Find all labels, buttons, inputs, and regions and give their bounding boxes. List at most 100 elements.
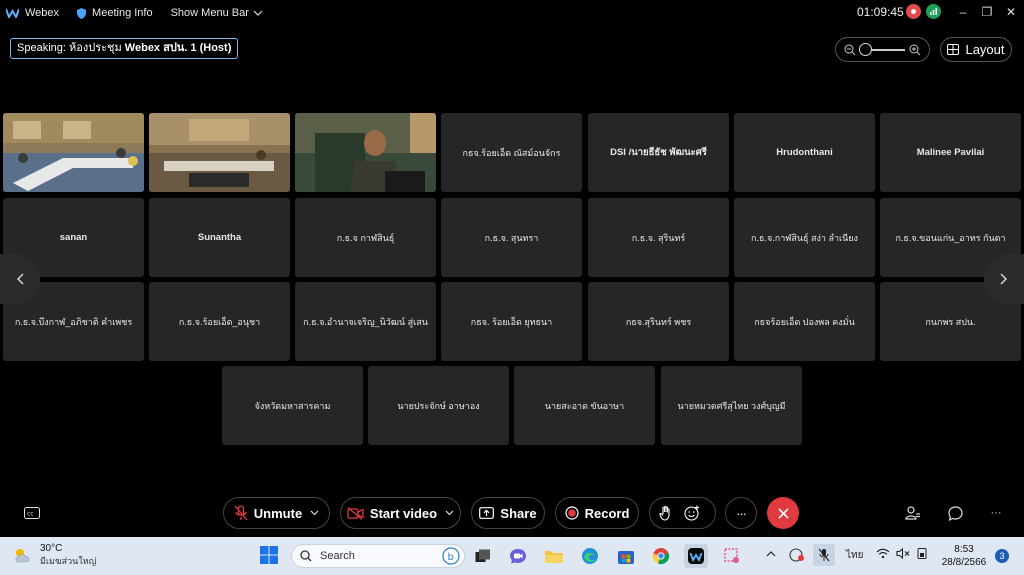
zoom-track[interactable] <box>858 42 905 56</box>
close-icon <box>777 507 789 519</box>
zoom-out-icon[interactable] <box>844 44 856 56</box>
participant-tile[interactable]: DSI /นายธีธัช พัฒนะศรี <box>588 113 729 192</box>
webex-brand: Webex <box>6 7 59 19</box>
participant-tile[interactable]: ก.ธ.จ กาฬสินธุ์ <box>295 198 436 277</box>
participant-name: Sunantha <box>197 232 242 243</box>
taskbar-app-edge[interactable] <box>578 544 602 568</box>
chevron-down-icon[interactable] <box>310 510 319 516</box>
participant-tile[interactable]: กธจ.สุรินทร์ พชร <box>588 282 729 361</box>
start-video-button[interactable]: Start video <box>340 497 461 529</box>
tray-volume-icon[interactable] <box>896 547 910 562</box>
participant-name: กธจ.ร้อยเอ็ด ณัสม์อนจักร <box>462 147 561 158</box>
participant-tile[interactable]: ก.ธ.จ.ร้อยเอ็ด_อนุชา <box>149 282 290 361</box>
video-chat-icon <box>510 549 526 564</box>
participant-tile[interactable]: Hrudonthani <box>734 113 875 192</box>
weather-description: มีเมฆส่วนใหญ่ <box>40 556 97 566</box>
chevron-down-icon[interactable] <box>445 510 454 516</box>
zoom-knob[interactable] <box>858 42 872 56</box>
restore-button[interactable]: ❐ <box>976 3 998 21</box>
participants-button[interactable] <box>903 503 923 523</box>
system-clock[interactable]: 8:53 28/8/2566 <box>938 543 990 569</box>
meeting-info-button[interactable]: Meeting Info <box>77 7 153 19</box>
taskbar-app-snipping[interactable] <box>720 544 744 568</box>
meeting-timer: 01:09:45 <box>857 5 904 19</box>
participant-name: นายประจักษ์ อาษาอง <box>397 400 480 411</box>
participant-tile[interactable]: กธจ.ร้อยเอ็ด ณัสม์อนจักร <box>441 113 582 192</box>
participant-tile[interactable]: ก.ธ.จ. สุนทรา <box>441 198 582 277</box>
taskbar-app-store[interactable] <box>614 544 638 568</box>
video-tile[interactable] <box>149 113 290 192</box>
unmute-button[interactable]: Unmute <box>223 497 330 529</box>
notification-badge[interactable]: 3 <box>995 549 1009 563</box>
participant-name: ก.ธ.จ. สุรินทร์ <box>631 232 686 243</box>
input-language[interactable]: ไทย <box>846 548 863 563</box>
participant-tile[interactable]: Sunantha <box>149 198 290 277</box>
participant-tile[interactable]: ก.ธ.จ.กาฬสินธุ์ สง่า ลำเนียง <box>734 198 875 277</box>
close-window-button[interactable]: ✕ <box>1000 3 1022 21</box>
svg-text:cc: cc <box>27 511 34 518</box>
participant-name: Malinee Pavilai <box>916 147 985 158</box>
raise-hand-icon[interactable] <box>659 505 673 521</box>
network-status-icon[interactable] <box>926 4 941 19</box>
video-off-icon <box>347 506 364 520</box>
zoom-slider[interactable] <box>835 37 930 62</box>
start-video-label: Start video <box>369 505 438 521</box>
more-panels-button[interactable]: ··· <box>986 503 1006 523</box>
video-tile[interactable] <box>3 113 144 192</box>
webex-app-icon <box>688 548 704 564</box>
participant-name: กธจร้อยเอ็ด ปองพล คงมั่น <box>754 316 855 327</box>
tray-battery-icon[interactable] <box>915 548 929 562</box>
taskbar-search[interactable]: Search b <box>291 544 465 568</box>
show-menu-bar-button[interactable]: Show Menu Bar <box>171 7 263 19</box>
wifi-icon <box>876 548 890 559</box>
app-name: Webex <box>25 7 60 19</box>
share-label: Share <box>500 505 537 521</box>
participant-tile[interactable]: นายสะอาด ขันอาษา <box>514 366 655 445</box>
taskbar-app-file-explorer[interactable] <box>542 544 566 568</box>
layout-grid-icon <box>947 44 960 55</box>
microphone-muted-icon <box>818 548 830 562</box>
end-meeting-button[interactable] <box>767 497 799 529</box>
webex-status-icon <box>789 548 804 562</box>
layout-button[interactable]: Layout <box>940 37 1012 62</box>
tray-microphone-button[interactable] <box>813 544 835 566</box>
participant-name: ก.ธ.จ.กาฬสินธุ์ สง่า ลำเนียง <box>751 232 858 243</box>
participant-tile[interactable]: กธจ. ร้อยเอ็ด ยุทธนา <box>441 282 582 361</box>
taskbar-app-chrome[interactable] <box>649 544 673 568</box>
more-options-button[interactable]: ··· <box>725 497 757 529</box>
participant-tile[interactable]: กธจร้อยเอ็ด ปองพล คงมั่น <box>734 282 875 361</box>
clock-time: 8:53 <box>954 544 974 555</box>
taskbar-app-task-view[interactable] <box>471 544 495 568</box>
taskbar-app-webex[interactable] <box>684 544 708 568</box>
battery-icon <box>917 548 927 559</box>
participant-tile[interactable]: Malinee Pavilai <box>880 113 1021 192</box>
record-button[interactable]: Record <box>555 497 639 529</box>
captions-button[interactable]: cc <box>22 503 42 523</box>
recording-indicator-icon[interactable] <box>906 4 921 19</box>
clock-date: 28/8/2566 <box>941 557 987 568</box>
start-button[interactable] <box>260 546 278 569</box>
chat-button[interactable] <box>945 503 965 523</box>
chevron-left-icon <box>17 273 24 285</box>
tray-webex-icon[interactable] <box>789 547 805 566</box>
video-tile[interactable] <box>295 113 436 192</box>
layout-label: Layout <box>965 42 1005 57</box>
store-icon <box>618 551 634 564</box>
participant-tile[interactable]: นายหมวดศรีสุไทย วงศ์บุญมี <box>661 366 802 445</box>
share-screen-icon <box>479 507 495 519</box>
participant-tile[interactable]: จังหวัดมหาสารคาม <box>222 366 363 445</box>
taskbar-app-teams[interactable] <box>506 544 530 568</box>
participant-name: นายสะอาด ขันอาษา <box>544 400 625 411</box>
tray-network-icon[interactable] <box>876 548 890 562</box>
minimize-button[interactable]: – <box>952 3 974 21</box>
participant-tile[interactable]: ก.ธ.จ. สุรินทร์ <box>588 198 729 277</box>
weather-widget[interactable]: 30°C มีเมฆส่วนใหญ่ <box>12 543 96 567</box>
ellipsis-icon: ··· <box>990 507 1002 519</box>
svg-text:b: b <box>448 552 454 563</box>
participant-tile[interactable]: ก.ธ.จ.อำนาจเจริญ_นิวัฒน์ สู่เสน <box>295 282 436 361</box>
show-hidden-icons-button[interactable] <box>766 548 776 560</box>
zoom-in-icon[interactable] <box>909 44 921 56</box>
emoji-reaction-icon[interactable] <box>684 505 700 521</box>
share-button[interactable]: Share <box>471 497 545 529</box>
participant-tile[interactable]: นายประจักษ์ อาษาอง <box>368 366 509 445</box>
